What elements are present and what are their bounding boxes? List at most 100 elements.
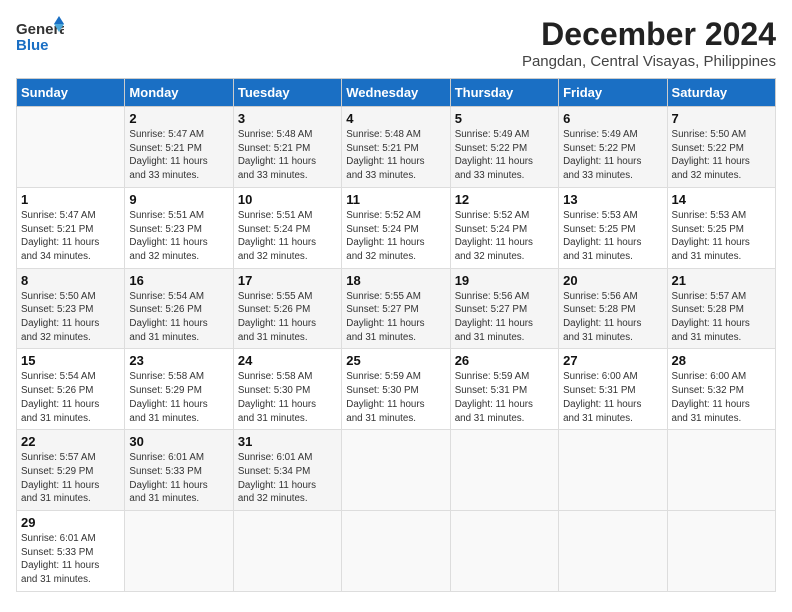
day-info: Sunrise: 5:58 AM Sunset: 5:30 PM Dayligh…: [238, 370, 337, 425]
day-info: Sunrise: 5:49 AM Sunset: 5:22 PM Dayligh…: [563, 128, 662, 183]
header-day-saturday: Saturday: [667, 79, 775, 107]
day-number: 21: [672, 273, 771, 288]
day-info: Sunrise: 6:01 AM Sunset: 5:33 PM Dayligh…: [129, 451, 228, 506]
calendar-cell: 3 Sunrise: 5:48 AM Sunset: 5:21 PM Daylig…: [233, 107, 341, 188]
header-day-friday: Friday: [559, 79, 667, 107]
calendar-week-6: 29 Sunrise: 6:01 AM Sunset: 5:33 PM Dayli…: [17, 511, 776, 592]
calendar-cell: 13Sunrise: 5:53 AM Sunset: 5:25 PM Dayli…: [559, 187, 667, 268]
calendar-cell: [125, 511, 233, 592]
day-number: 10: [238, 192, 337, 207]
day-number: 20: [563, 273, 662, 288]
day-info: Sunrise: 5:58 AM Sunset: 5:29 PM Dayligh…: [129, 370, 228, 425]
day-info: Sunrise: 5:55 AM Sunset: 5:26 PM Dayligh…: [238, 290, 337, 345]
logo-icon: General Blue: [16, 16, 64, 56]
day-number: 26: [455, 353, 554, 368]
header-day-tuesday: Tuesday: [233, 79, 341, 107]
day-number: 18: [346, 273, 445, 288]
calendar-table: SundayMondayTuesdayWednesdayThursdayFrid…: [16, 78, 776, 592]
day-info: Sunrise: 5:55 AM Sunset: 5:27 PM Dayligh…: [346, 290, 445, 345]
day-number: 7: [672, 111, 771, 126]
day-number: 14: [672, 192, 771, 207]
calendar-cell: 14 Sunrise: 5:53 AM Sunset: 5:25 PM Dayli…: [667, 187, 775, 268]
location-subtitle: Pangdan, Central Visayas, Philippines: [522, 53, 776, 70]
page-header: General Blue December 2024 Pangdan, Cent…: [16, 16, 776, 70]
day-info: Sunrise: 5:48 AM Sunset: 5:21 PM Dayligh…: [346, 128, 445, 183]
calendar-cell: 18 Sunrise: 5:55 AM Sunset: 5:27 PM Dayli…: [342, 268, 450, 349]
day-info: Sunrise: 6:01 AM Sunset: 5:33 PM Dayligh…: [21, 532, 120, 587]
calendar-cell: 1 Sunrise: 5:47 AM Sunset: 5:21 PM Daylig…: [17, 187, 125, 268]
day-number: 1: [21, 192, 120, 207]
calendar-week-4: 15Sunrise: 5:54 AM Sunset: 5:26 PM Dayli…: [17, 349, 776, 430]
day-info: Sunrise: 5:57 AM Sunset: 5:28 PM Dayligh…: [672, 290, 771, 345]
calendar-cell: 12Sunrise: 5:52 AM Sunset: 5:24 PM Dayli…: [450, 187, 558, 268]
calendar-cell: [450, 511, 558, 592]
day-number: 5: [455, 111, 554, 126]
day-number: 24: [238, 353, 337, 368]
calendar-cell: 17 Sunrise: 5:55 AM Sunset: 5:26 PM Dayli…: [233, 268, 341, 349]
day-number: 16: [129, 273, 228, 288]
calendar-cell: 25Sunrise: 5:59 AM Sunset: 5:30 PM Dayli…: [342, 349, 450, 430]
header-day-wednesday: Wednesday: [342, 79, 450, 107]
day-info: Sunrise: 5:52 AM Sunset: 5:24 PM Dayligh…: [346, 209, 445, 264]
calendar-cell: [342, 511, 450, 592]
month-title: December 2024: [522, 16, 776, 53]
calendar-week-1: 2 Sunrise: 5:47 AM Sunset: 5:21 PM Daylig…: [17, 107, 776, 188]
calendar-cell: 30 Sunrise: 6:01 AM Sunset: 5:33 PM Dayli…: [125, 430, 233, 511]
day-info: Sunrise: 5:56 AM Sunset: 5:28 PM Dayligh…: [563, 290, 662, 345]
day-number: 29: [21, 515, 120, 530]
calendar-cell: 16 Sunrise: 5:54 AM Sunset: 5:26 PM Dayli…: [125, 268, 233, 349]
calendar-cell: [559, 430, 667, 511]
day-info: Sunrise: 5:57 AM Sunset: 5:29 PM Dayligh…: [21, 451, 120, 506]
day-info: Sunrise: 5:47 AM Sunset: 5:21 PM Dayligh…: [129, 128, 228, 183]
calendar-cell: 26 Sunrise: 5:59 AM Sunset: 5:31 PM Dayli…: [450, 349, 558, 430]
calendar-cell: 15Sunrise: 5:54 AM Sunset: 5:26 PM Dayli…: [17, 349, 125, 430]
calendar-cell: 22 Sunrise: 5:57 AM Sunset: 5:29 PM Dayli…: [17, 430, 125, 511]
day-number: 23: [129, 353, 228, 368]
svg-text:Blue: Blue: [16, 37, 49, 54]
header-day-thursday: Thursday: [450, 79, 558, 107]
day-number: 3: [238, 111, 337, 126]
calendar-cell: 4 Sunrise: 5:48 AM Sunset: 5:21 PM Daylig…: [342, 107, 450, 188]
calendar-week-3: 8Sunrise: 5:50 AM Sunset: 5:23 PM Daylig…: [17, 268, 776, 349]
day-info: Sunrise: 5:54 AM Sunset: 5:26 PM Dayligh…: [129, 290, 228, 345]
day-number: 8: [21, 273, 120, 288]
day-info: Sunrise: 5:51 AM Sunset: 5:23 PM Dayligh…: [129, 209, 228, 264]
calendar-cell: 27Sunrise: 6:00 AM Sunset: 5:31 PM Dayli…: [559, 349, 667, 430]
calendar-cell: 28Sunrise: 6:00 AM Sunset: 5:32 PM Dayli…: [667, 349, 775, 430]
calendar-cell: [559, 511, 667, 592]
day-number: 9: [129, 192, 228, 207]
day-number: 2: [129, 111, 228, 126]
day-number: 6: [563, 111, 662, 126]
day-info: Sunrise: 5:52 AM Sunset: 5:24 PM Dayligh…: [455, 209, 554, 264]
day-number: 19: [455, 273, 554, 288]
day-info: Sunrise: 5:48 AM Sunset: 5:21 PM Dayligh…: [238, 128, 337, 183]
day-info: Sunrise: 5:49 AM Sunset: 5:22 PM Dayligh…: [455, 128, 554, 183]
day-number: 17: [238, 273, 337, 288]
calendar-cell: [342, 430, 450, 511]
day-info: Sunrise: 6:01 AM Sunset: 5:34 PM Dayligh…: [238, 451, 337, 506]
day-info: Sunrise: 5:47 AM Sunset: 5:21 PM Dayligh…: [21, 209, 120, 264]
day-number: 15: [21, 353, 120, 368]
calendar-cell: [667, 511, 775, 592]
day-info: Sunrise: 5:59 AM Sunset: 5:31 PM Dayligh…: [455, 370, 554, 425]
day-info: Sunrise: 5:50 AM Sunset: 5:22 PM Dayligh…: [672, 128, 771, 183]
day-number: 4: [346, 111, 445, 126]
day-number: 22: [21, 434, 120, 449]
header-day-monday: Monday: [125, 79, 233, 107]
day-number: 30: [129, 434, 228, 449]
header-day-sunday: Sunday: [17, 79, 125, 107]
calendar-header: SundayMondayTuesdayWednesdayThursdayFrid…: [17, 79, 776, 107]
calendar-cell: 6 Sunrise: 5:49 AM Sunset: 5:22 PM Daylig…: [559, 107, 667, 188]
calendar-cell: 5 Sunrise: 5:49 AM Sunset: 5:22 PM Daylig…: [450, 107, 558, 188]
calendar-cell: 21 Sunrise: 5:57 AM Sunset: 5:28 PM Dayli…: [667, 268, 775, 349]
calendar-cell: 2 Sunrise: 5:47 AM Sunset: 5:21 PM Daylig…: [125, 107, 233, 188]
day-number: 27: [563, 353, 662, 368]
day-info: Sunrise: 5:53 AM Sunset: 5:25 PM Dayligh…: [672, 209, 771, 264]
calendar-cell: [17, 107, 125, 188]
day-info: Sunrise: 5:59 AM Sunset: 5:30 PM Dayligh…: [346, 370, 445, 425]
calendar-cell: 31Sunrise: 6:01 AM Sunset: 5:34 PM Dayli…: [233, 430, 341, 511]
calendar-cell: 11Sunrise: 5:52 AM Sunset: 5:24 PM Dayli…: [342, 187, 450, 268]
calendar-cell: 7 Sunrise: 5:50 AM Sunset: 5:22 PM Daylig…: [667, 107, 775, 188]
logo: General Blue: [16, 16, 68, 56]
calendar-body: 2 Sunrise: 5:47 AM Sunset: 5:21 PM Daylig…: [17, 107, 776, 592]
